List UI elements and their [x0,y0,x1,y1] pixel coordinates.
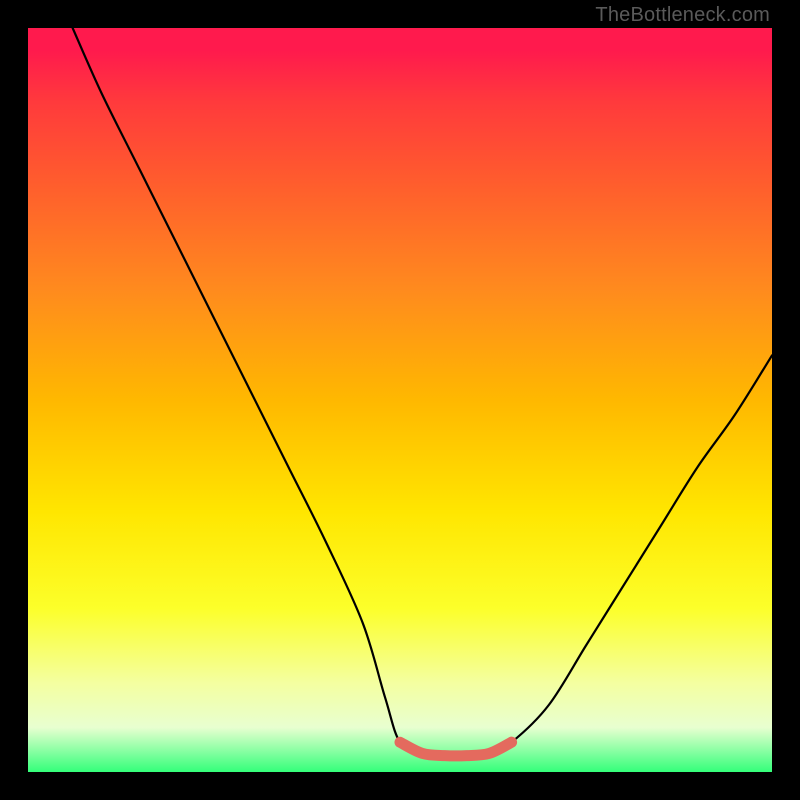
chart-svg [28,28,772,772]
bottleneck-curve [73,28,772,756]
low-bottleneck-highlight [400,742,512,756]
watermark-text: TheBottleneck.com [595,4,770,27]
chart-frame: TheBottleneck.com [0,0,800,800]
plot-area [28,28,772,772]
